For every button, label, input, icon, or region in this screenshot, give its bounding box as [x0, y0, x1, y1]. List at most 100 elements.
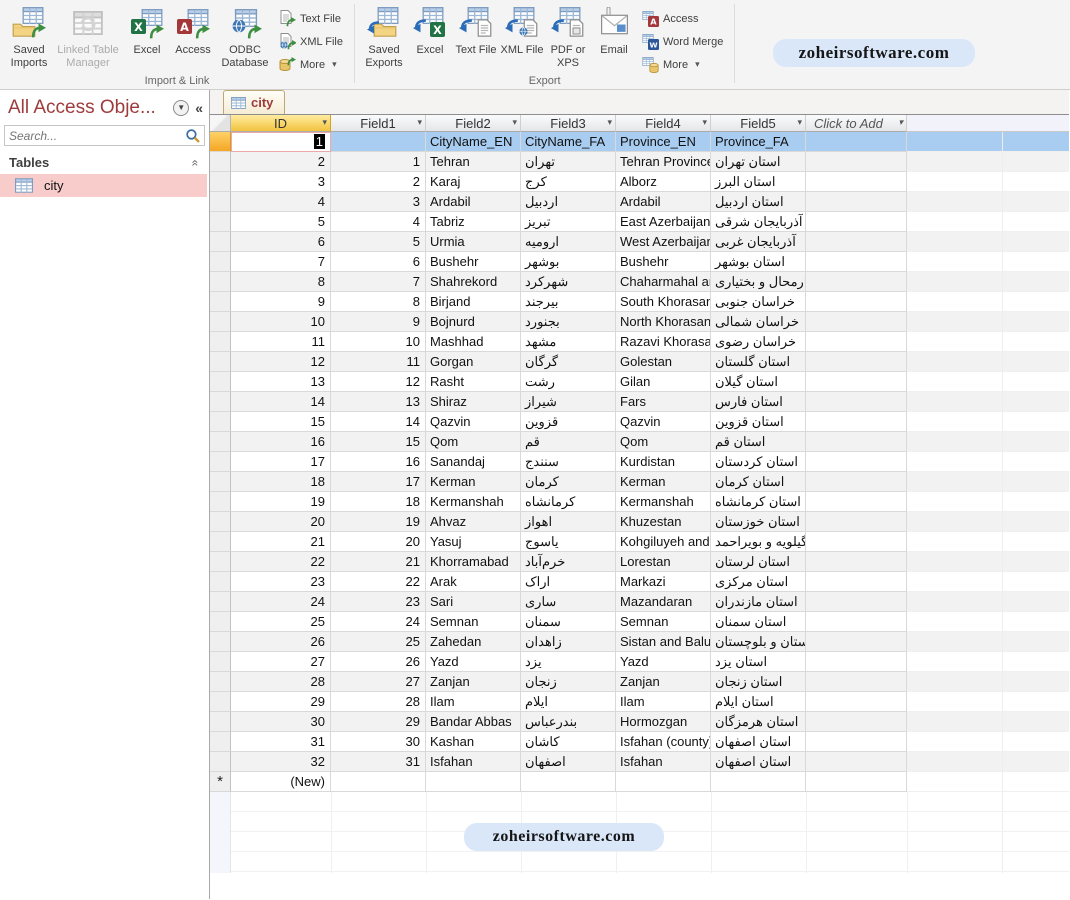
cell-id[interactable]: 6: [231, 232, 331, 252]
record-selector[interactable]: [210, 692, 231, 712]
cell-field3[interactable]: بیرجند: [521, 292, 616, 312]
cell-id[interactable]: 4: [231, 192, 331, 212]
cell-field5[interactable]: استان فارس: [711, 392, 806, 412]
cell-field4[interactable]: Lorestan: [616, 552, 711, 572]
tables-section-header[interactable]: Tables «: [0, 150, 209, 174]
cell-field4[interactable]: Semnan: [616, 612, 711, 632]
record-selector[interactable]: [210, 492, 231, 512]
search-icon[interactable]: [180, 126, 204, 145]
cell-field3[interactable]: کاشان: [521, 732, 616, 752]
cell-field2[interactable]: Sari: [426, 592, 521, 612]
nav-pane-menu-icon[interactable]: ▼: [173, 100, 189, 116]
cell-field1[interactable]: 3: [331, 192, 426, 212]
cell-field4[interactable]: Yazd: [616, 652, 711, 672]
cell-field3[interactable]: خرم‌آباد: [521, 552, 616, 572]
cell-field1[interactable]: 18: [331, 492, 426, 512]
cell-field2[interactable]: Yasuj: [426, 532, 521, 552]
cell-field1[interactable]: 21: [331, 552, 426, 572]
cell-field2[interactable]: Kermanshah: [426, 492, 521, 512]
cell-field5[interactable]: استان البرز: [711, 172, 806, 192]
record-selector[interactable]: [210, 212, 231, 232]
column-header-id[interactable]: ID ▾: [231, 115, 331, 132]
cell-field1[interactable]: 10: [331, 332, 426, 352]
tab-city[interactable]: city: [223, 90, 285, 114]
cell-click-to-add[interactable]: [806, 552, 907, 572]
record-selector[interactable]: [210, 472, 231, 492]
cell-field4[interactable]: Isfahan (county): [616, 732, 711, 752]
cell-field5[interactable]: استان قم: [711, 432, 806, 452]
cell-field3[interactable]: کرمانشاه: [521, 492, 616, 512]
cell-field1[interactable]: 20: [331, 532, 426, 552]
cell-field3[interactable]: قم: [521, 432, 616, 452]
cell-id[interactable]: 25: [231, 612, 331, 632]
import-more-button[interactable]: More: [274, 54, 348, 75]
cell-field3[interactable]: زنجان: [521, 672, 616, 692]
import-excel-button[interactable]: Excel: [124, 4, 170, 60]
cell-field1[interactable]: 25: [331, 632, 426, 652]
cell-id[interactable]: 23: [231, 572, 331, 592]
cell-click-to-add[interactable]: [806, 532, 907, 552]
cell-field1[interactable]: 14: [331, 412, 426, 432]
select-all-corner[interactable]: [210, 115, 231, 132]
cell-field3[interactable]: اصفهان: [521, 752, 616, 772]
cell-click-to-add[interactable]: [806, 272, 907, 292]
record-selector[interactable]: [210, 732, 231, 752]
record-selector[interactable]: [210, 132, 231, 152]
cell-click-to-add[interactable]: [806, 352, 907, 372]
column-header-field5[interactable]: Field5 ▾: [711, 115, 806, 132]
cell-field2[interactable]: Ahvaz: [426, 512, 521, 532]
cell-field1[interactable]: 2: [331, 172, 426, 192]
cell-field4[interactable]: North Khorasan: [616, 312, 711, 332]
cell-field2[interactable]: Bojnurd: [426, 312, 521, 332]
email-button[interactable]: Email: [591, 4, 637, 60]
record-selector[interactable]: [210, 432, 231, 452]
cell-id-editing[interactable]: 1: [231, 132, 331, 152]
cell-id[interactable]: 3: [231, 172, 331, 192]
cell-id[interactable]: 12: [231, 352, 331, 372]
cell-click-to-add[interactable]: [806, 772, 907, 792]
cell-field4[interactable]: Ilam: [616, 692, 711, 712]
cell-field4[interactable]: Zanjan: [616, 672, 711, 692]
cell-click-to-add[interactable]: [806, 412, 907, 432]
column-header-field4[interactable]: Field4 ▾: [616, 115, 711, 132]
cell-field2[interactable]: Ardabil: [426, 192, 521, 212]
cell-field3[interactable]: شهرکرد: [521, 272, 616, 292]
cell-field4[interactable]: Kurdistan: [616, 452, 711, 472]
cell-click-to-add[interactable]: [806, 692, 907, 712]
column-dropdown-icon[interactable]: ▾: [607, 117, 612, 128]
cell-field3[interactable]: زاهدان: [521, 632, 616, 652]
cell-field1[interactable]: 19: [331, 512, 426, 532]
cell-field1[interactable]: [331, 772, 426, 792]
cell-field1[interactable]: 4: [331, 212, 426, 232]
cell-field1[interactable]: 13: [331, 392, 426, 412]
import-access-button[interactable]: Access: [170, 4, 216, 60]
cell-click-to-add[interactable]: [806, 252, 907, 272]
cell-field5[interactable]: خراسان رضوی: [711, 332, 806, 352]
cell-field5[interactable]: استان گلستان: [711, 352, 806, 372]
cell-field4[interactable]: Sistan and Baluchestan: [616, 632, 711, 652]
cell-field1[interactable]: 6: [331, 252, 426, 272]
cell-field2[interactable]: Semnan: [426, 612, 521, 632]
cell-click-to-add[interactable]: [806, 732, 907, 752]
cell-id[interactable]: 17: [231, 452, 331, 472]
cell-field4[interactable]: Khuzestan: [616, 512, 711, 532]
cell-field1[interactable]: 1: [331, 152, 426, 172]
cell-field4[interactable]: Alborz: [616, 172, 711, 192]
cell-field5[interactable]: سیستان و بلوچستان: [711, 632, 806, 652]
cell-field5[interactable]: استان سمنان: [711, 612, 806, 632]
cell-id[interactable]: 5: [231, 212, 331, 232]
cell-id[interactable]: 28: [231, 672, 331, 692]
record-selector[interactable]: [210, 652, 231, 672]
cell-field4[interactable]: Ardabil: [616, 192, 711, 212]
cell-click-to-add[interactable]: [806, 212, 907, 232]
import-text-file-button[interactable]: Text File: [274, 8, 348, 29]
cell-field5[interactable]: استان قزوین: [711, 412, 806, 432]
record-selector[interactable]: [210, 572, 231, 592]
cell-field4[interactable]: West Azerbaijan: [616, 232, 711, 252]
cell-field1[interactable]: 30: [331, 732, 426, 752]
cell-field2[interactable]: Zanjan: [426, 672, 521, 692]
cell-field4[interactable]: Gilan: [616, 372, 711, 392]
cell-field3[interactable]: تبریز: [521, 212, 616, 232]
cell-field5[interactable]: آذربایجان غربی: [711, 232, 806, 252]
cell-field3[interactable]: ساری: [521, 592, 616, 612]
